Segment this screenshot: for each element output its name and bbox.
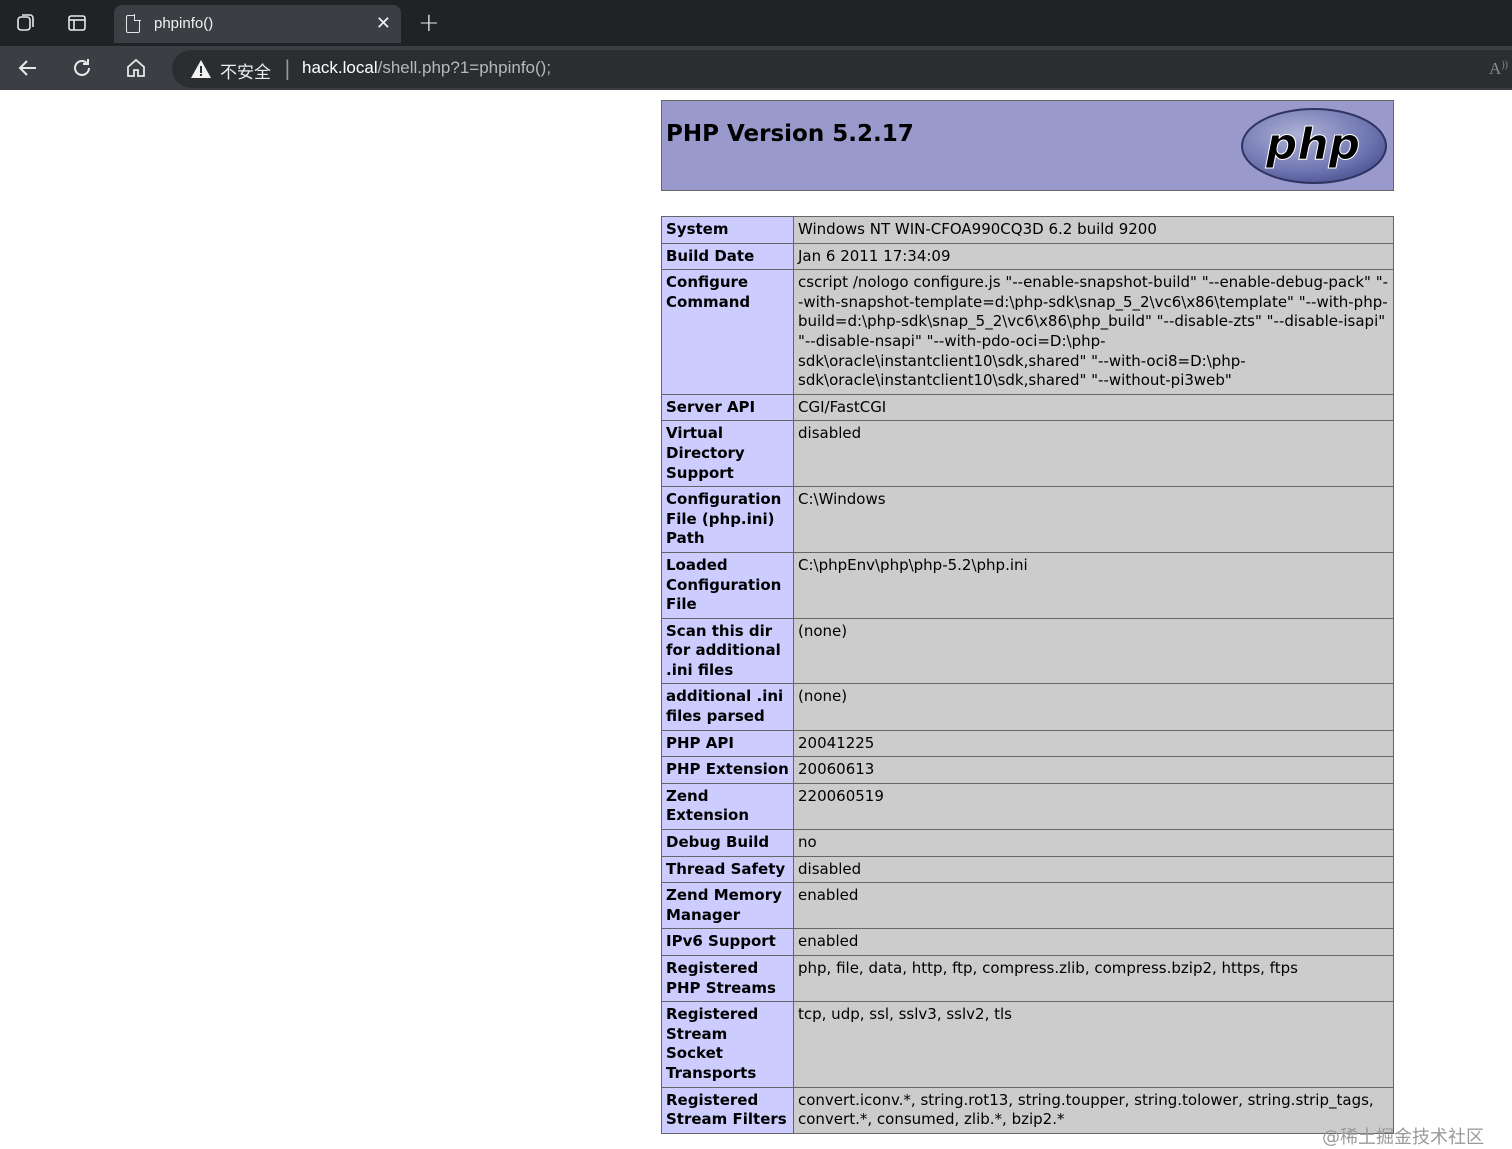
row-value: Jan 6 2011 17:34:09 [793, 242, 1394, 271]
back-arrow-icon[interactable] [14, 54, 42, 82]
row-key: Thread Safety [661, 855, 794, 884]
row-key: PHP API [661, 729, 794, 758]
row-value: Windows NT WIN-CFOA990CQ3D 6.2 build 920… [793, 216, 1394, 244]
row-value: 220060519 [793, 782, 1394, 831]
row-value: C:\phpEnv\php\php-5.2\php.ini [793, 551, 1394, 619]
row-value: 20041225 [793, 729, 1394, 758]
row-key: Zend Extension [661, 782, 794, 831]
php-logo[interactable]: php [1239, 107, 1389, 185]
tab-title: phpinfo() [154, 15, 214, 32]
watermark: @稀土掘金技术社区 [1322, 1127, 1484, 1148]
row-value: enabled [793, 928, 1394, 956]
home-icon[interactable] [122, 54, 150, 82]
url-separator: | [284, 56, 291, 80]
row-value: (none) [793, 683, 1394, 731]
row-value: cscript /nologo configure.js "--enable-s… [793, 269, 1394, 395]
browser-toolbar: 不安全 | hack.local/shell.php?1=phpinfo(); … [0, 46, 1512, 90]
row-value: enabled [793, 882, 1394, 930]
row-value: disabled [793, 420, 1394, 488]
row-key: Zend Memory Manager [661, 882, 794, 930]
table-row: System Windows NT WIN-CFOA990CQ3D 6.2 bui… [661, 216, 1394, 244]
warning-icon[interactable] [190, 58, 212, 80]
table-row: Registered PHP Streams php, file, data, h… [661, 954, 1394, 1003]
address-bar[interactable]: 不安全 | hack.local/shell.php?1=phpinfo(); … [172, 50, 1512, 88]
php-version-header: PHP Version 5.2.17 php [661, 100, 1394, 191]
row-key: Configure Command [661, 269, 794, 395]
row-value: php, file, data, http, ftp, compress.zli… [793, 954, 1394, 1003]
row-value: tcp, udp, ssl, sslv3, sslv2, tls [793, 1001, 1394, 1088]
table-row: IPv6 Support enabled [661, 928, 1394, 956]
row-key: additional .ini files parsed [661, 683, 794, 731]
browser-tab-bar: phpinfo() ✕ + [0, 0, 1512, 46]
table-row: Server API CGI/FastCGI [661, 393, 1394, 422]
table-row: Configure Command cscript /nologo configu… [661, 269, 1394, 395]
row-key: System [661, 216, 794, 244]
table-row: Registered Stream Filters convert.iconv.*… [661, 1086, 1394, 1134]
table-row: Scan this dir for additional .ini files(… [661, 617, 1394, 685]
row-key: Registered Stream Filters [661, 1086, 794, 1134]
row-value: no [793, 829, 1394, 857]
row-key: Loaded Configuration File [661, 551, 794, 619]
tab-phpinfo[interactable]: phpinfo() ✕ [114, 5, 401, 43]
row-key: Scan this dir for additional .ini files [661, 617, 794, 685]
table-row: Debug Build no [661, 829, 1394, 857]
table-row: Virtual Directory Support disabled [661, 420, 1394, 488]
row-key: PHP Extension [661, 756, 794, 784]
row-key: Registered Stream Socket Transports [661, 1001, 794, 1088]
row-key: Virtual Directory Support [661, 420, 794, 488]
row-key: Server API [661, 393, 794, 422]
row-key: Registered PHP Streams [661, 954, 794, 1003]
table-row: PHP Extension 20060613 [661, 756, 1394, 784]
table-row: Configuration File (php.ini) Path C:\Wind… [661, 486, 1394, 553]
table-row: PHP API 20041225 [661, 729, 1394, 758]
php-info-table: System Windows NT WIN-CFOA990CQ3D 6.2 bui… [661, 216, 1394, 1134]
page-viewport: PHP Version 5.2.17 php System Windows NT … [0, 90, 1512, 1148]
table-row: Zend Memory Manager enabled [661, 882, 1394, 930]
plus-icon[interactable]: + [418, 8, 440, 38]
row-value: C:\Windows [793, 486, 1394, 553]
url-path: /shell.php?1=phpinfo(); [377, 58, 552, 77]
table-row: Zend Extension 220060519 [661, 782, 1394, 831]
row-value: 20060613 [793, 756, 1394, 784]
row-key: Debug Build [661, 829, 794, 857]
row-value: disabled [793, 855, 1394, 884]
refresh-icon[interactable] [68, 54, 96, 82]
row-value: (none) [793, 617, 1394, 685]
row-key: IPv6 Support [661, 928, 794, 956]
php-logo-text: php [1265, 119, 1360, 170]
row-value: convert.iconv.*, string.rot13, string.to… [793, 1086, 1394, 1134]
url-host: hack.local [302, 58, 378, 77]
read-aloud-icon[interactable]: A)) [1489, 59, 1508, 79]
table-row: Build Date Jan 6 2011 17:34:09 [661, 242, 1394, 271]
table-row: Thread Safety disabled [661, 855, 1394, 884]
row-key: Build Date [661, 242, 794, 271]
page-icon [126, 14, 141, 33]
page-title: PHP Version 5.2.17 [666, 121, 914, 147]
url-text[interactable]: hack.local/shell.php?1=phpinfo(); [302, 58, 551, 78]
row-key: Configuration File (php.ini) Path [661, 486, 794, 553]
table-row: additional .ini files parsed (none) [661, 683, 1394, 731]
security-label[interactable]: 不安全 [220, 58, 271, 83]
workspaces-icon[interactable] [13, 10, 39, 36]
table-row: Registered Stream Socket Transports tcp, … [661, 1001, 1394, 1088]
table-row: Loaded Configuration File C:\phpEnv\php\p… [661, 551, 1394, 619]
row-value: CGI/FastCGI [793, 393, 1394, 422]
tab-actions-icon[interactable] [64, 10, 90, 36]
close-icon[interactable]: ✕ [376, 13, 391, 34]
